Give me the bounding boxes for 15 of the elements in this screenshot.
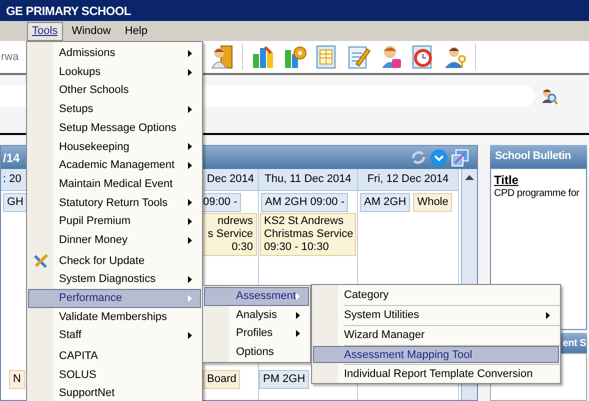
event-text: s Service — [208, 228, 253, 241]
toolbar-label: rwa — [1, 50, 19, 65]
event-text: ndrews — [218, 215, 253, 228]
event-text: Christmas Service — [264, 228, 352, 241]
date-header: Thu, 11 Dec 2014 — [259, 169, 357, 191]
date-header: Fri, 12 Dec 2014 — [358, 169, 458, 191]
panel-title: ent S — [562, 336, 587, 350]
bulletin-text: CPD programme for — [494, 187, 580, 200]
event-text: KS2 St Andrews — [264, 215, 344, 228]
window-title: GE PRIMARY SCHOOL — [6, 2, 131, 20]
event-text: 09:30 - 10:30 — [264, 241, 330, 254]
panel-title: School Bulletin — [495, 149, 571, 164]
bulletin-title: Title — [494, 173, 518, 187]
panel-title: /14 — [3, 150, 20, 166]
event-text: 0:30 — [232, 241, 253, 254]
